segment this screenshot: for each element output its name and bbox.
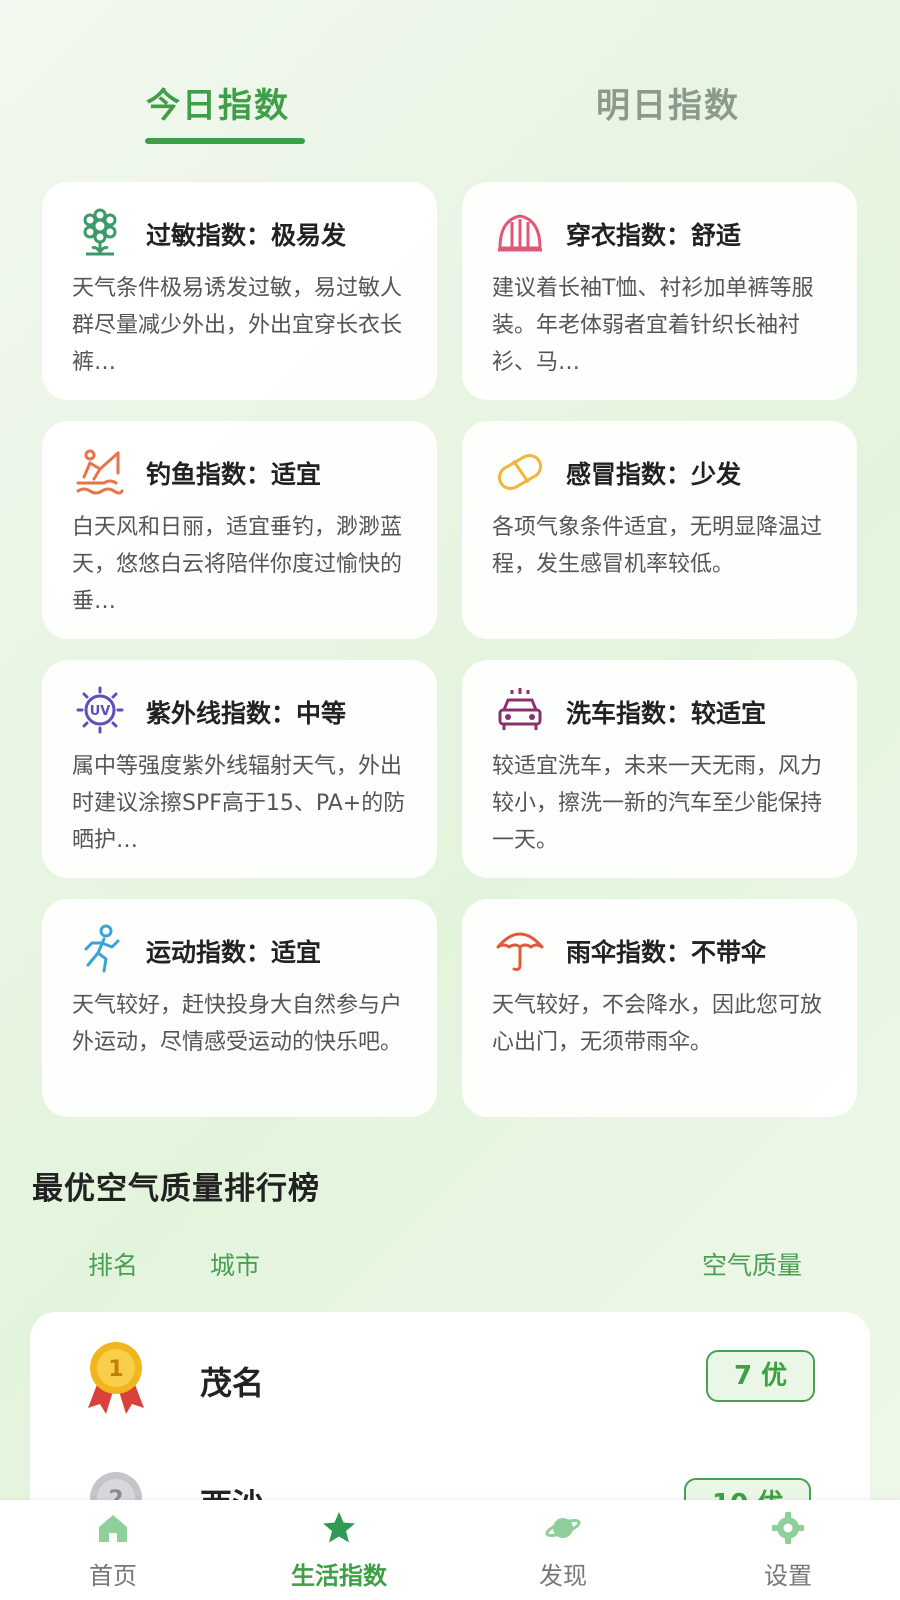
card-desc: 较适宜洗车，未来一天无雨，风力较小，擦洗一新的汽车至少能保持一天。 — [492, 754, 823, 853]
bottom-nav: 首页 生活指数 发现 设置 — [0, 1500, 900, 1600]
card-uv[interactable]: UV 紫外线指数：中等 属中等强度紫外线辐射天气，外出时建议涂擦SPF高于15、… — [42, 660, 437, 878]
umbrella-icon — [496, 932, 544, 971]
nav-label: 发现 — [539, 1562, 587, 1590]
air-quality-badge: 7 优 — [706, 1350, 816, 1402]
pill-icon — [497, 454, 543, 490]
card-desc: 属中等强度紫外线辐射天气，外出时建议涂擦SPF高于15、PA+的防晒护… — [72, 754, 406, 853]
medal-rank: 1 — [108, 1357, 123, 1382]
star-icon — [323, 1512, 355, 1543]
card-car-wash[interactable]: 洗车指数：较适宜 较适宜洗车，未来一天无雨，风力较小，擦洗一新的汽车至少能保持一… — [462, 660, 857, 878]
card-title: 雨伞指数：不带伞 — [566, 938, 767, 967]
home-icon — [99, 1515, 127, 1542]
nav-label: 首页 — [89, 1562, 137, 1590]
nav-label: 生活指数 — [291, 1562, 387, 1590]
nav-home[interactable]: 首页 — [33, 1500, 193, 1600]
card-desc: 各项气象条件适宜，无明显降温过程，发生感冒机率较低。 — [492, 515, 823, 577]
nav-settings[interactable]: 设置 — [708, 1500, 868, 1600]
nav-label: 设置 — [764, 1562, 812, 1590]
nav-life-index[interactable]: 生活指数 — [259, 1500, 419, 1600]
gold-medal-icon: 1 — [88, 1342, 144, 1414]
card-desc: 建议着长袖T恤、衬衫加单裤等服装。年老体弱者宜着针织长袖衬衫、马… — [492, 276, 814, 375]
card-desc: 天气条件极易诱发过敏，易过敏人群尽量减少外出，外出宜穿长衣长裤… — [72, 276, 403, 375]
card-title: 洗车指数：较适宜 — [566, 699, 767, 728]
card-title: 过敏指数：极易发 — [146, 221, 347, 250]
index-tabs: 今日指数 明日指数 — [0, 60, 900, 150]
card-cold[interactable]: 感冒指数：少发 各项气象条件适宜，无明显降温过程，发生感冒机率较低。 — [462, 421, 857, 639]
nav-discover[interactable]: 发现 — [483, 1500, 643, 1600]
card-title: 穿衣指数：舒适 — [566, 221, 742, 250]
running-icon — [84, 924, 120, 973]
flower-icon — [83, 208, 117, 256]
tab-tomorrow[interactable]: 明日指数 — [596, 78, 740, 127]
card-title: 运动指数：适宜 — [146, 938, 322, 967]
card-clothing[interactable]: 穿衣指数：舒适 建议着长袖T恤、衬衫加单裤等服装。年老体弱者宜着针织长袖衬衫、马… — [462, 182, 857, 400]
planet-icon — [545, 1518, 581, 1538]
card-title: 感冒指数：少发 — [566, 460, 742, 489]
svg-text:UV: UV — [90, 704, 111, 719]
card-sport[interactable]: 运动指数：适宜 天气较好，赶快投身大自然参与户外运动，尽情感受运动的快乐吧。 — [42, 899, 437, 1117]
card-umbrella[interactable]: 雨伞指数：不带伞 天气较好，不会降水，因此您可放心出门，无须带雨伞。 — [462, 899, 857, 1117]
card-allergy[interactable]: 过敏指数：极易发 天气条件极易诱发过敏，易过敏人群尽量减少外出，外出宜穿长衣长裤… — [42, 182, 437, 400]
card-fishing[interactable]: 钓鱼指数：适宜 白天风和日丽，适宜垂钓，渺渺蓝天，悠悠白云将陪伴你度过愉快的垂… — [42, 421, 437, 639]
card-desc: 天气较好，不会降水，因此您可放心出门，无须带雨伞。 — [492, 993, 823, 1055]
card-desc: 白天风和日丽，适宜垂钓，渺渺蓝天，悠悠白云将陪伴你度过愉快的垂… — [72, 515, 403, 614]
ranking-title: 最优空气质量排行榜 — [32, 1171, 320, 1207]
active-tab-underline — [145, 138, 305, 144]
tab-today[interactable]: 今日指数 — [146, 78, 290, 127]
uv-icon: UV — [76, 686, 124, 734]
fishing-icon — [76, 449, 124, 495]
header-rank: 排名 — [88, 1251, 139, 1280]
header-city: 城市 — [210, 1251, 261, 1280]
city-name: 茂名 — [200, 1364, 265, 1402]
card-desc: 天气较好，赶快投身大自然参与户外运动，尽情感受运动的快乐吧。 — [72, 993, 403, 1055]
car-wash-icon — [498, 688, 542, 730]
gear-icon — [772, 1512, 804, 1544]
header-air-quality: 空气质量 — [702, 1251, 803, 1280]
card-title: 钓鱼指数：适宜 — [146, 460, 322, 489]
clothes-icon — [498, 214, 542, 252]
card-title: 紫外线指数：中等 — [146, 699, 347, 728]
